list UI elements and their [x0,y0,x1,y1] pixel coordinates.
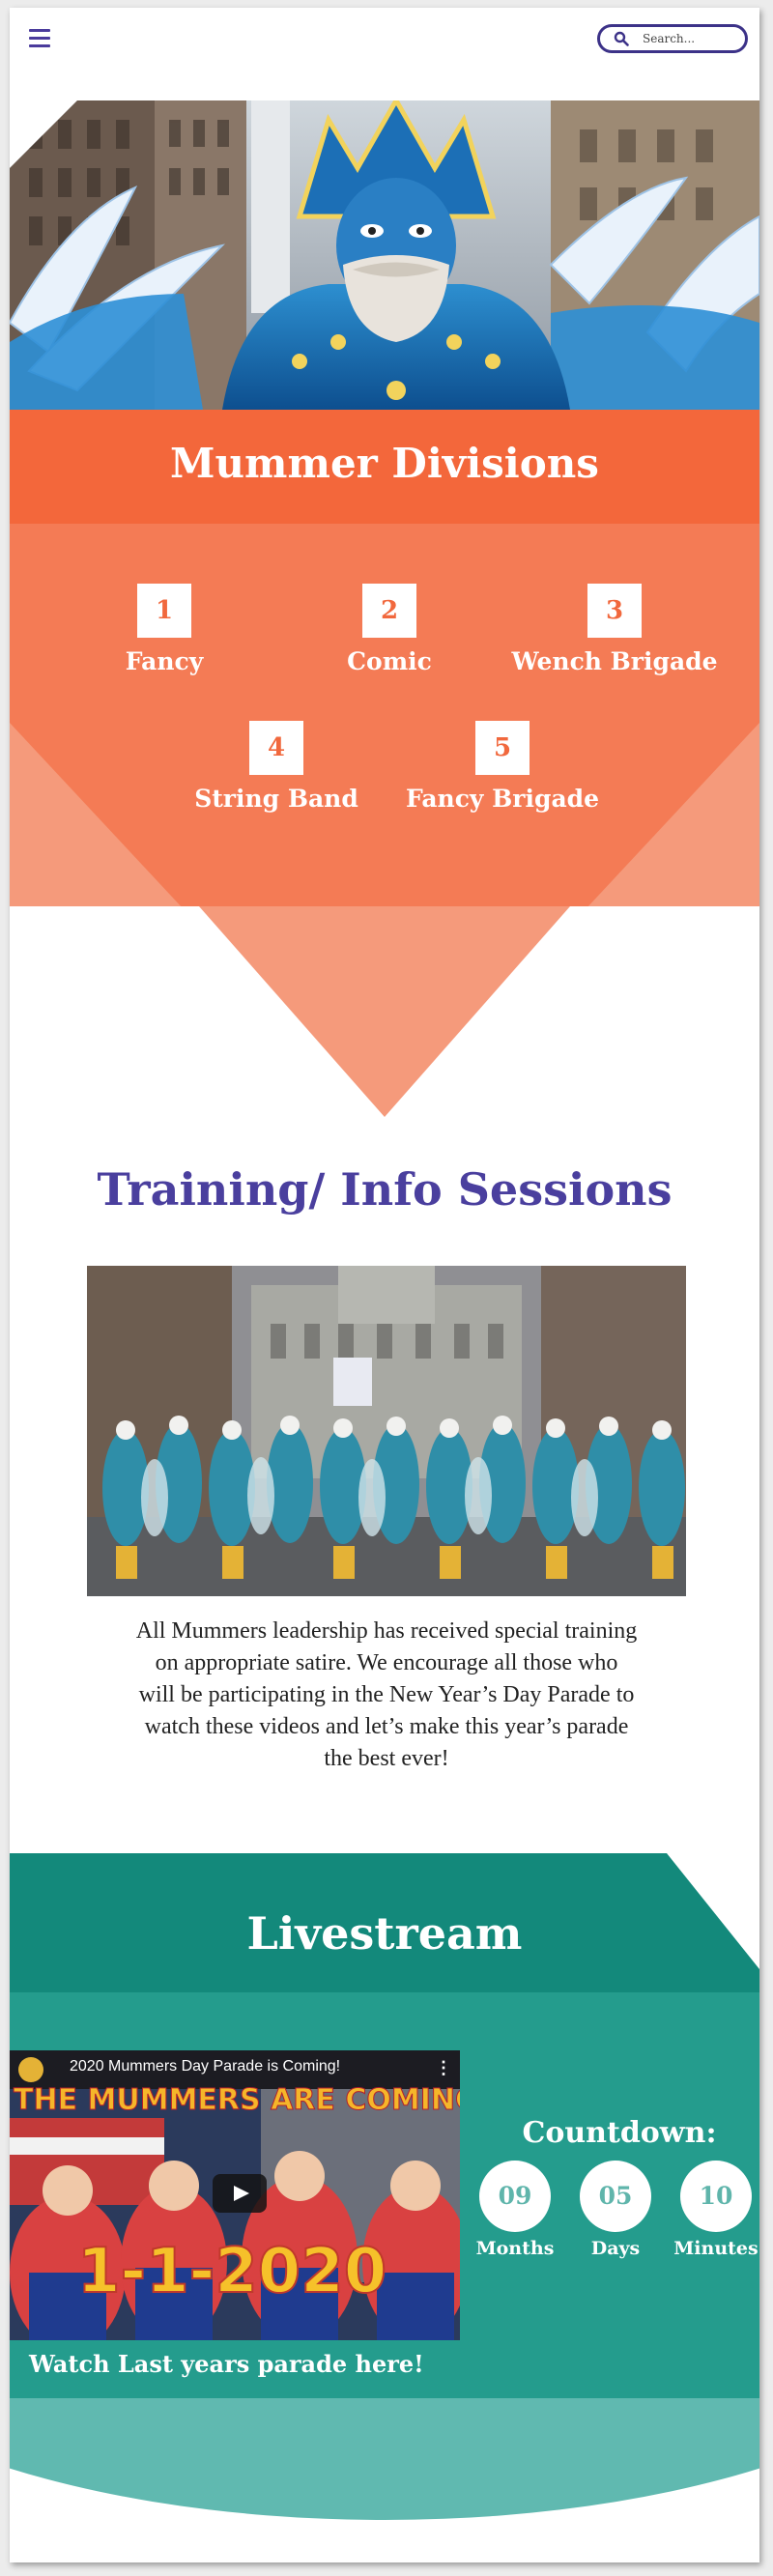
division-number: 4 [249,721,303,775]
division-number: 1 [137,584,191,638]
countdown-value: 09 [479,2161,551,2232]
play-icon[interactable] [213,2174,267,2213]
divisions-chevron [199,906,570,1117]
training-description: All Mummers leadership has received spec… [135,1618,638,1771]
divisions-title: Mummer Divisions [170,440,599,487]
hero-illustration [10,100,759,410]
division-number: 2 [362,584,416,638]
division-wench-brigade[interactable]: 3 Wench Brigade [508,584,721,675]
division-label: Wench Brigade [511,647,718,675]
division-fancy[interactable]: 1 Fancy [58,584,271,675]
divisions-body: 1 Fancy 2 Comic 3 Wench Brigade 4 String… [10,524,759,906]
countdown-label: Months [475,2238,555,2259]
divisions-background [10,524,759,906]
parade-illustration [87,1266,686,1596]
countdown-value: 05 [580,2161,651,2232]
video-player[interactable]: 2020 Mummers Day Parade is Coming! ⋮ THE… [10,2050,460,2340]
more-vert-icon[interactable]: ⋮ [435,2058,452,2078]
hero-image [10,100,759,410]
page: Mummer Divisions 1 Fancy 2 Comic 3 Wench… [10,8,759,2562]
division-comic[interactable]: 2 Comic [283,584,496,675]
watch-last-year-link[interactable]: Watch Last years parade here! [29,2350,424,2378]
countdown-months: 09 Months [472,2161,558,2259]
countdown-minutes: 10 Minutes [673,2161,759,2259]
countdown-label: Minutes [673,2238,759,2259]
division-number: 5 [475,721,530,775]
search-input[interactable] [643,29,739,48]
video-date-text: 1-1-2020 [76,2235,387,2308]
training-photo [87,1266,686,1596]
menu-icon[interactable] [29,29,52,48]
countdown-title: Countdown: [522,2116,717,2150]
division-label: Fancy [125,647,204,675]
division-label: Fancy Brigade [405,785,600,813]
division-label: String Band [194,785,358,813]
search-box[interactable] [597,24,748,53]
division-number: 3 [587,584,642,638]
division-string-band[interactable]: 4 String Band [170,721,383,813]
search-icon [614,31,629,46]
livestream-title: Livestream [246,1907,523,1960]
countdown-label: Days [590,2238,641,2259]
division-fancy-brigade[interactable]: 5 Fancy Brigade [396,721,609,813]
countdown-days: 05 Days [572,2161,659,2259]
training-title: Training/ Info Sessions [97,1163,673,1216]
video-banner-text: THE MUMMERS ARE COMING! [14,2083,461,2118]
division-label: Comic [347,647,432,675]
video-title: 2020 Mummers Day Parade is Coming! [70,2058,341,2075]
header [10,8,759,100]
countdown-value: 10 [680,2161,752,2232]
